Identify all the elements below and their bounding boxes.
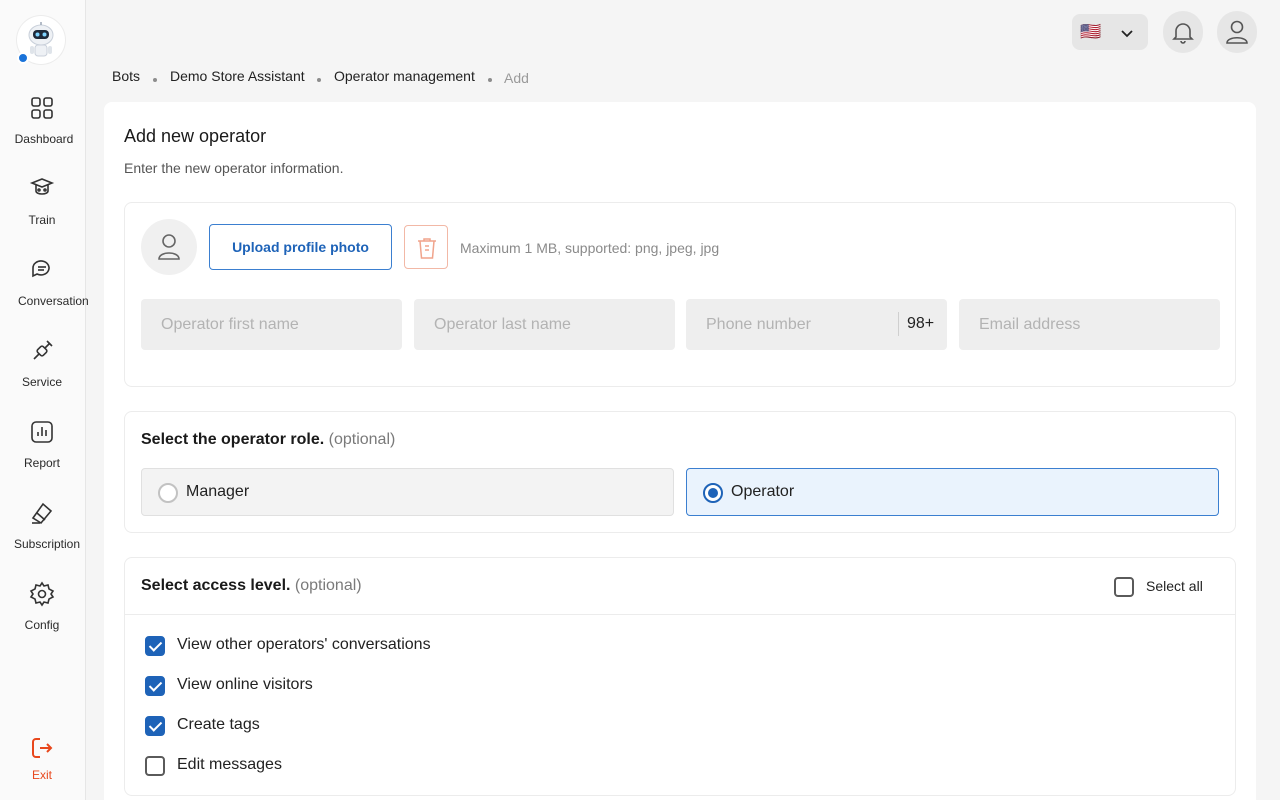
role-option-operator[interactable]: Operator <box>686 468 1219 516</box>
role-optional-text: (optional) <box>328 431 396 448</box>
profile-button[interactable] <box>1217 11 1257 53</box>
breadcrumb-bot[interactable]: Demo Store Assistant <box>170 68 305 84</box>
access-level-header: Select access level. (optional) Select a… <box>125 558 1235 615</box>
sidebar-item-conversation[interactable]: Conversation <box>0 256 89 316</box>
conversation-icon <box>32 260 50 278</box>
access-optional-text: (optional) <box>294 577 362 594</box>
report-icon <box>31 421 53 443</box>
breadcrumb-separator <box>153 78 157 82</box>
bell-icon <box>1172 23 1194 44</box>
sidebar-item-config[interactable]: Config <box>0 580 86 640</box>
access-checkbox[interactable] <box>145 716 165 736</box>
breadcrumb-bots[interactable]: Bots <box>112 68 140 84</box>
verified-badge <box>17 52 29 64</box>
sidebar-item-train[interactable]: Train <box>0 175 86 235</box>
trash-icon <box>418 238 436 259</box>
upload-photo-button[interactable]: Upload profile photo <box>209 224 392 270</box>
gear-icon <box>29 581 55 607</box>
first-name-field[interactable] <box>141 299 402 350</box>
access-item-label[interactable]: View online visitors <box>177 676 313 694</box>
access-checkbox[interactable] <box>145 636 165 656</box>
manager-radio[interactable] <box>158 483 178 503</box>
role-option-manager[interactable]: Manager <box>141 468 674 516</box>
avatar <box>141 219 197 275</box>
email-field[interactable] <box>959 299 1220 350</box>
access-item-label[interactable]: Edit messages <box>177 756 282 774</box>
breadcrumb-separator <box>488 78 492 82</box>
role-option-label: Manager <box>186 483 250 500</box>
delete-photo-button[interactable] <box>404 225 448 269</box>
access-item-label[interactable]: View other operators' conversations <box>177 636 431 654</box>
exit-label: Exit <box>31 768 52 782</box>
select-all-checkbox[interactable] <box>1114 577 1134 597</box>
add-operator-card: Add new operator Enter the new operator … <box>104 102 1256 800</box>
breadcrumb-operator-management[interactable]: Operator management <box>334 68 475 84</box>
upload-hint: Maximum 1 MB, supported: png, jpeg, jpg <box>460 240 720 256</box>
language-select[interactable]: 🇺🇸 <box>1072 14 1148 50</box>
phone-field-wrapper: 98+ <box>686 299 947 350</box>
sidebar-item-label: Train <box>28 213 56 227</box>
access-checkbox[interactable] <box>145 756 165 776</box>
operator-radio[interactable] <box>703 483 723 503</box>
sidebar-item-label: Service <box>21 375 62 389</box>
access-level-section: Select access level. (optional) Select a… <box>124 557 1236 796</box>
breadcrumb-current: Add <box>504 70 529 86</box>
sidebar-item-label: Conversation <box>18 294 89 308</box>
service-icon <box>33 340 53 360</box>
sidebar-item-subscription[interactable]: Subscription <box>0 499 86 559</box>
user-icon <box>1226 20 1248 44</box>
operator-role-section: Select the operator role. (optional) Man… <box>124 411 1236 533</box>
sidebar-item-label: Dashboard <box>14 132 74 146</box>
select-all-label[interactable]: Select all <box>1146 578 1203 594</box>
exit-button[interactable]: Exit <box>0 734 86 782</box>
subscription-icon <box>31 502 53 525</box>
chevron-down-icon <box>1121 30 1133 38</box>
sidebar-item-report[interactable]: Report <box>0 418 86 478</box>
access-checkbox[interactable] <box>145 676 165 696</box>
sidebar-item-label: Subscription <box>13 537 81 551</box>
page-subtitle: Enter the new operator information. <box>124 160 344 176</box>
access-section-title: Select access level. (optional) <box>141 577 362 595</box>
sidebar-item-dashboard[interactable]: Dashboard <box>0 94 86 154</box>
operator-info-section: Upload profile photo Maximum 1 MB, suppo… <box>124 202 1236 387</box>
breadcrumb-separator <box>317 78 321 82</box>
page-title: Add new operator <box>124 126 267 146</box>
access-title-text: Select access level. <box>141 577 291 594</box>
dashboard-icon <box>31 97 53 119</box>
sidebar: Dashboard Train Conversation Service Rep… <box>0 0 89 800</box>
phone-divider <box>898 312 899 336</box>
role-section-title: Select the operator role. (optional) <box>141 431 395 449</box>
us-flag-icon: 🇺🇸 <box>1080 22 1102 41</box>
user-icon <box>158 234 180 260</box>
role-title-text: Select the operator role. <box>141 431 325 448</box>
sidebar-item-service[interactable]: Service <box>0 337 86 397</box>
access-item-label[interactable]: Create tags <box>177 716 260 734</box>
sidebar-item-label: Report <box>23 456 61 470</box>
last-name-field[interactable] <box>414 299 675 350</box>
train-icon <box>29 178 55 195</box>
exit-icon <box>32 738 53 758</box>
notifications-button[interactable] <box>1163 11 1203 53</box>
sidebar-item-label: Config <box>24 618 60 632</box>
phone-number-field[interactable] <box>686 299 898 350</box>
role-option-label: Operator <box>731 483 795 500</box>
country-code-select[interactable]: 98+ <box>907 315 934 333</box>
